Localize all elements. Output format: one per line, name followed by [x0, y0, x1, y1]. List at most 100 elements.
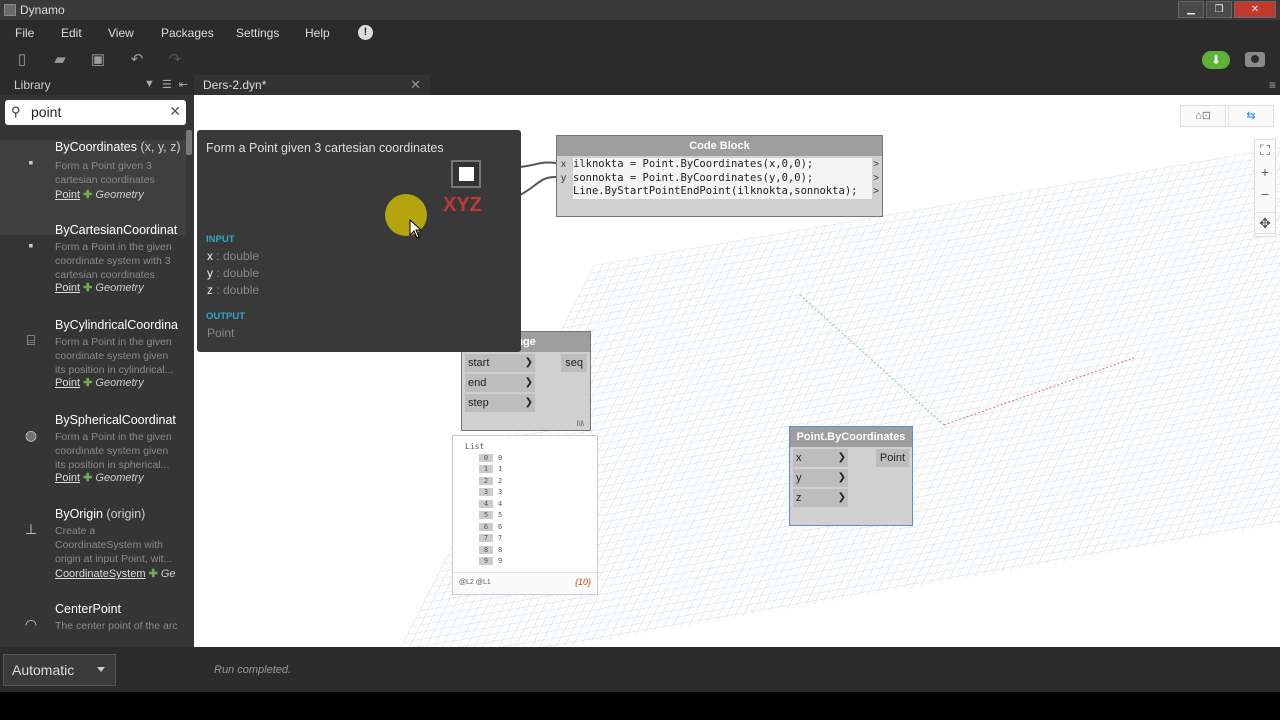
node-title: Code Block — [557, 136, 882, 156]
menu-help[interactable]: Help — [305, 26, 330, 40]
menu-settings[interactable]: Settings — [236, 26, 279, 40]
list-index: 6 — [479, 523, 493, 531]
point-bycoordinates-node[interactable]: Point.ByCoordinates x ❯ y ❯ z ❯ Point — [789, 426, 913, 526]
run-mode-label: Automatic — [12, 662, 75, 678]
tab-close-icon[interactable]: ✕ — [410, 77, 421, 93]
item-name: ByCoordinates — [55, 140, 137, 154]
toolbar: ▯ ▰ ▣ ↶ ↷ ⬇ — [0, 45, 1280, 75]
library-item-bysphericalcoordinates[interactable]: ◍ BySphericalCoordinat Form a Point in t… — [0, 413, 186, 508]
restore-button[interactable]: ❐ — [1206, 1, 1232, 18]
port-x[interactable]: x — [561, 159, 566, 170]
search-input[interactable] — [31, 103, 161, 121]
port-label: y — [796, 472, 802, 484]
open-file-icon[interactable]: ▰ — [50, 51, 70, 69]
library-item-bycartesiancoordinates[interactable]: ▪ ByCartesianCoordinat Form a Point in t… — [0, 223, 186, 318]
tab-ders-2[interactable]: Ders-2.dyn* ✕ — [194, 75, 430, 95]
filter-icon[interactable]: ▼ — [144, 78, 155, 91]
zoom-fit-icon[interactable]: ⛶ — [1255, 140, 1275, 160]
3d-view-button[interactable]: ⌂⊡ — [1180, 105, 1226, 127]
item-args: (x, y, z) — [140, 140, 181, 154]
item-category[interactable]: Point — [55, 282, 80, 294]
chevron-down-icon — [97, 667, 105, 672]
clear-search-icon[interactable]: ✕ — [169, 103, 181, 120]
input-port-x[interactable]: x ❯ — [793, 449, 848, 467]
undo-icon[interactable]: ↶ — [127, 51, 147, 69]
point-icon — [451, 160, 481, 188]
library-item-bycylindricalcoordinates[interactable]: ⌸ ByCylindricalCoordina Form a Point in … — [0, 318, 186, 413]
output-port-point[interactable]: Point — [875, 449, 909, 467]
item-category[interactable]: Point — [55, 472, 80, 484]
output-header: OUTPUT — [206, 311, 246, 322]
item-name: BySphericalCoordinat — [55, 413, 176, 427]
minimize-button[interactable]: ▁ — [1178, 1, 1204, 18]
port-label: step — [468, 397, 489, 409]
menu-file[interactable]: File — [15, 26, 34, 40]
library-scrollbar[interactable] — [186, 130, 192, 155]
output-port-seq[interactable]: seq — [561, 354, 587, 372]
run-mode-dropdown[interactable]: Automatic — [3, 654, 116, 686]
wire-y — [519, 176, 557, 196]
close-button[interactable]: ✕ — [1234, 1, 1276, 18]
tab-menu-icon[interactable]: ≡ — [1269, 78, 1276, 92]
collapse-icon[interactable]: ⇤ — [179, 78, 188, 91]
lacing-indicator: l\l\ — [577, 421, 584, 428]
zoom-in-icon[interactable]: + — [1255, 162, 1275, 182]
param-name: z — [207, 283, 213, 297]
code-block-node[interactable]: Code Block x y ilknokta = Point.ByCoordi… — [556, 135, 883, 217]
window-title: Dynamo — [20, 3, 65, 17]
item-subcategory: Geometry — [95, 377, 144, 389]
list-index: 1 — [479, 465, 493, 473]
redo-icon[interactable]: ↷ — [165, 51, 185, 69]
code-line: ilknokta = Point.ByCoordinates(x,0,0); — [573, 158, 814, 170]
notification-icon[interactable]: ! — [358, 25, 373, 40]
library-item-centerpoint[interactable]: ◠ CenterPoint The center point of the ar… — [0, 602, 186, 647]
output-port-icon[interactable]: > — [873, 173, 879, 184]
item-name: ByOrigin — [55, 507, 103, 521]
list-index: 7 — [479, 534, 493, 542]
output-port-icon[interactable]: > — [873, 159, 879, 170]
input-port-z[interactable]: z ❯ — [793, 489, 848, 507]
item-name: ByCartesianCoordinat — [55, 223, 178, 237]
code-line: Line.ByStartPointEndPoint(ilknokta,sonno… — [573, 185, 858, 197]
list-index: 4 — [479, 500, 493, 508]
menu-edit[interactable]: Edit — [61, 26, 82, 40]
layout-icon[interactable]: ☰ — [162, 78, 172, 91]
point-xyz-icon: ▪ — [28, 237, 34, 253]
mouse-cursor-icon — [409, 219, 423, 239]
save-icon[interactable]: ▣ — [88, 51, 108, 69]
menu-packages[interactable]: Packages — [161, 26, 214, 40]
list-levels: @L2 @L1 — [459, 579, 491, 586]
dynamo-window: Dynamo ▁ ❐ ✕ File Edit View Packages Set… — [0, 0, 1280, 720]
item-category[interactable]: Point — [55, 377, 80, 389]
output-port-icon[interactable]: > — [873, 186, 879, 197]
library-header: Library ▼ ☰ ⇤ — [0, 75, 194, 95]
library-item-bycoordinates[interactable]: ▪ ByCoordinates (x, y, z) Form a Point g… — [0, 140, 186, 235]
code-lines[interactable]: ilknokta = Point.ByCoordinates(x,0,0); s… — [573, 158, 872, 199]
graph-view-button[interactable]: ⇆ — [1228, 105, 1274, 127]
cloud-upload-icon[interactable]: ⬇ — [1202, 51, 1230, 69]
list-index: 0 — [479, 454, 493, 462]
input-port-step[interactable]: step ❯ — [465, 394, 535, 412]
y-axis-line — [799, 294, 945, 426]
library-item-byorigin[interactable]: ⊥ ByOrigin (origin) Create a CoordinateS… — [0, 507, 186, 602]
port-label: start — [468, 357, 490, 369]
input-port-end[interactable]: end ❯ — [465, 374, 535, 392]
watch-preview[interactable]: List 00 11 22 33 44 55 66 77 88 99 @L2 @… — [452, 435, 598, 595]
input-port-y[interactable]: y ❯ — [793, 469, 848, 487]
library-title: Library — [14, 78, 51, 92]
item-name: ByCylindricalCoordina — [55, 318, 178, 332]
library-search[interactable]: ⚲ ✕ — [5, 100, 186, 125]
item-category[interactable]: CoordinateSystem — [55, 568, 146, 580]
node-tooltip: Form a Point given 3 cartesian coordinat… — [197, 130, 521, 352]
item-subcategory: Geometry — [95, 282, 144, 294]
zoom-out-icon[interactable]: − — [1255, 184, 1275, 204]
pan-icon[interactable]: ✥ — [1254, 212, 1276, 234]
port-label: end — [468, 377, 487, 389]
input-port-start[interactable]: start ❯ — [465, 354, 535, 372]
new-file-icon[interactable]: ▯ — [12, 51, 32, 69]
menu-view[interactable]: View — [108, 26, 134, 40]
item-desc: The center point of the arc — [55, 620, 178, 632]
item-category[interactable]: Point — [55, 189, 80, 201]
camera-icon[interactable] — [1245, 52, 1265, 67]
port-y[interactable]: y — [561, 173, 566, 184]
